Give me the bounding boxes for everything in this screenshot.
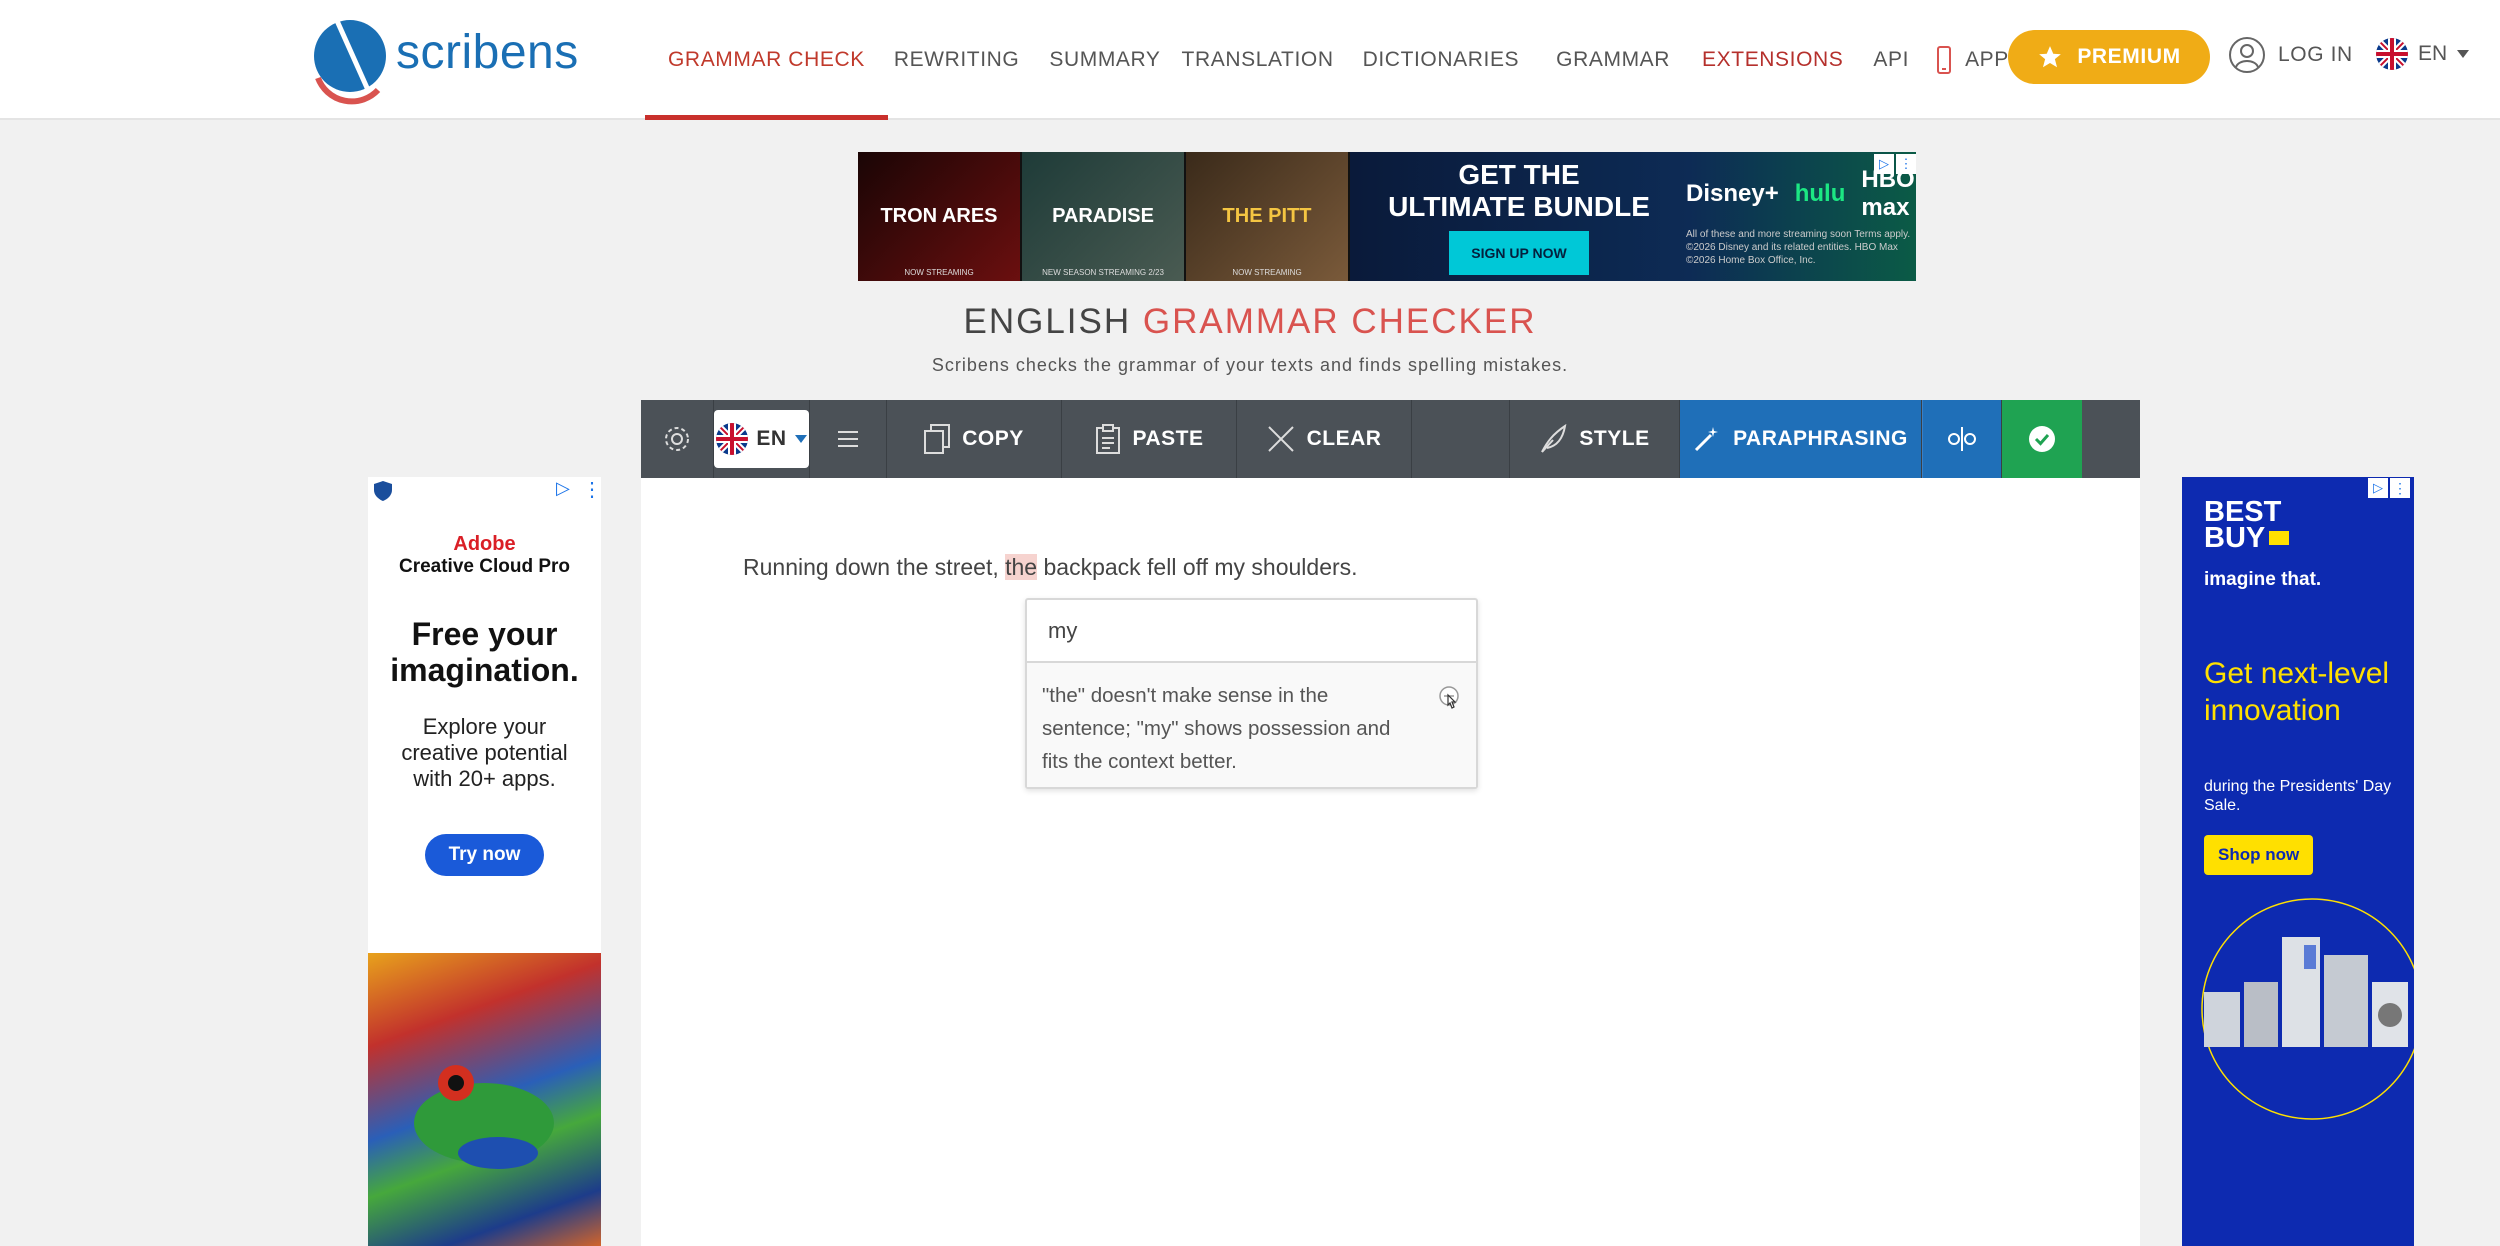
correction-popup: my "the" doesn't make sense in the sente… (1025, 598, 1478, 789)
checkmark-icon (2029, 426, 2055, 452)
check-button[interactable] (2002, 400, 2082, 478)
left-sidebar-ad[interactable]: ▷ ⋮ Adobe Creative Cloud Pro Free your i… (368, 477, 601, 1246)
appliances-image (2201, 898, 2414, 1120)
magic-wand-icon (1695, 427, 1719, 452)
copy-icon (924, 424, 951, 454)
ad-choices-icon[interactable]: ▷ (1874, 154, 1894, 174)
language-selector[interactable]: EN (2376, 38, 2470, 70)
copy-button[interactable]: COPY (887, 400, 1062, 478)
frog-image (368, 953, 601, 1246)
right-sidebar-ad[interactable]: ▷ ⋮ BEST BUY imagine that. Get next-leve… (2182, 477, 2414, 1246)
nav-app[interactable]: APP (1937, 0, 2009, 120)
error-highlight[interactable]: the (1005, 554, 1038, 580)
ad-menu-icon[interactable]: ⋮ (2390, 478, 2410, 498)
ad-choices-icon[interactable]: ▷ (2368, 478, 2388, 498)
paste-icon (1095, 424, 1120, 454)
logo-text: scribens (396, 25, 579, 79)
bundle-promo: GET THE ULTIMATE BUNDLE SIGN UP NOW Disn… (1350, 152, 1916, 281)
ad-tile-tron: TRON ARES NOW STREAMING (858, 152, 1022, 281)
nav-extensions[interactable]: EXTENSIONS (1702, 0, 1843, 120)
gear-icon (665, 427, 689, 451)
menu-button[interactable] (810, 400, 887, 478)
bestbuy-logo: BEST BUY (2204, 498, 2290, 553)
shield-icon (374, 481, 392, 501)
close-icon (1267, 426, 1294, 452)
style-button[interactable]: STYLE (1510, 400, 1680, 478)
ad-choices-icon[interactable]: ▷ (556, 478, 570, 499)
nav-api[interactable]: API (1873, 0, 1909, 120)
premium-button[interactable]: PREMIUM (2008, 30, 2210, 84)
ignore-circle-icon[interactable] (1434, 681, 1464, 711)
login-link[interactable]: LOG IN (2228, 36, 2353, 74)
uk-flag-icon (716, 423, 749, 455)
ad-tile-paradise: PARADISE NEW SEASON STREAMING 2/23 (1022, 152, 1186, 281)
caret-down-icon (794, 435, 807, 443)
toolbar-spacer (1412, 400, 1510, 478)
sign-up-button[interactable]: SIGN UP NOW (1449, 230, 1589, 275)
ad-menu-icon[interactable]: ⋮ (1896, 154, 1916, 174)
user-icon (2229, 37, 2265, 73)
suggestion-explanation: "the" doesn't make sense in the sentence… (1027, 663, 1476, 787)
phone-icon (1937, 46, 1952, 74)
top-banner-ad[interactable]: TRON ARES NOW STREAMING PARADISE NEW SEA… (858, 152, 1916, 281)
star-icon (2039, 46, 2062, 68)
paraphrasing-button[interactable]: PARAPHRASING (1680, 400, 1922, 478)
shop-now-button[interactable]: Shop now (2204, 835, 2314, 875)
editor-text[interactable]: Running down the street, the backpack fe… (743, 554, 1358, 581)
page-title: ENGLISH GRAMMAR CHECKER (963, 302, 1537, 341)
nav-translation[interactable]: TRANSLATION (1182, 0, 1334, 120)
page-subtitle: Scribens checks the grammar of your text… (931, 355, 1569, 375)
clear-button[interactable]: CLEAR (1237, 400, 1412, 478)
compare-button[interactable] (1922, 400, 2002, 478)
menu-lines-icon (838, 431, 858, 447)
uk-flag-icon (2376, 38, 2408, 70)
scribens-logo[interactable]: scribens (308, 8, 579, 106)
text-editor[interactable]: Running down the street, the backpack fe… (641, 478, 2140, 1246)
site-header: scribens GRAMMAR CHECK REWRITING SUMMARY… (0, 0, 2500, 120)
feather-icon (1541, 424, 1567, 453)
ad-menu-icon[interactable]: ⋮ (582, 477, 601, 502)
compare-icon (1948, 427, 1976, 451)
main-nav: GRAMMAR CHECK REWRITING SUMMARY TRANSLAT… (645, 0, 2009, 120)
caret-down-icon (2457, 50, 2470, 58)
nav-rewriting[interactable]: REWRITING (894, 0, 1020, 120)
nav-grammar-check[interactable]: GRAMMAR CHECK (645, 0, 888, 120)
nav-grammar[interactable]: GRAMMAR (1556, 0, 1670, 120)
paste-button[interactable]: PASTE (1062, 400, 1237, 478)
try-now-button[interactable]: Try now (424, 834, 545, 876)
suggestion-option[interactable]: my (1027, 600, 1476, 663)
editor-toolbar: EN COPY PASTE CLEAR STYLE PARAPHRASING (641, 400, 2140, 478)
logo-icon (308, 8, 390, 106)
language-dropdown[interactable]: EN (714, 400, 810, 478)
ad-tile-pitt: THE PITT NOW STREAMING (1186, 152, 1350, 281)
settings-button[interactable] (641, 400, 714, 478)
nav-summary[interactable]: SUMMARY (1049, 0, 1160, 120)
nav-dictionaries[interactable]: DICTIONARIES (1363, 0, 1520, 120)
